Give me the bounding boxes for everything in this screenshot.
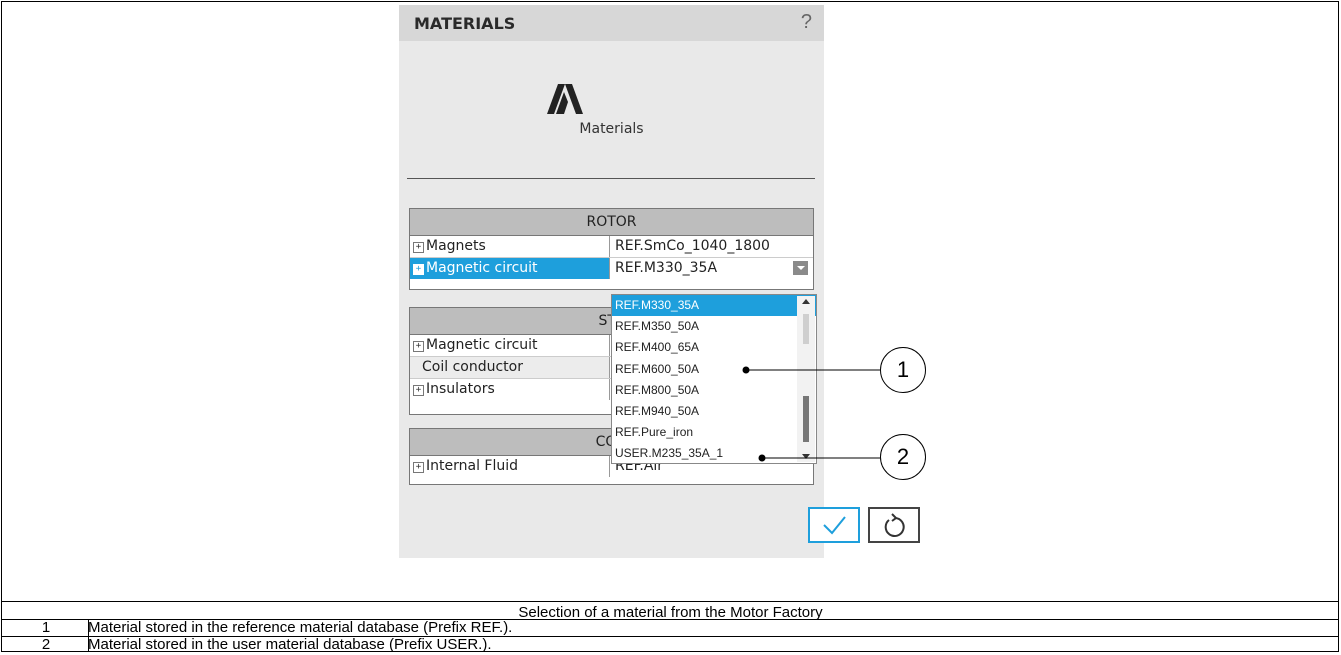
callout-2: 2 <box>880 434 926 480</box>
callout-leaders <box>742 366 880 462</box>
callout-1: 1 <box>880 347 926 393</box>
legend-number: 1 <box>41 619 51 636</box>
legend-text: Material stored in the user material dat… <box>88 636 492 653</box>
legend-number: 2 <box>41 636 51 653</box>
legend-text: Material stored in the reference materia… <box>88 619 513 636</box>
